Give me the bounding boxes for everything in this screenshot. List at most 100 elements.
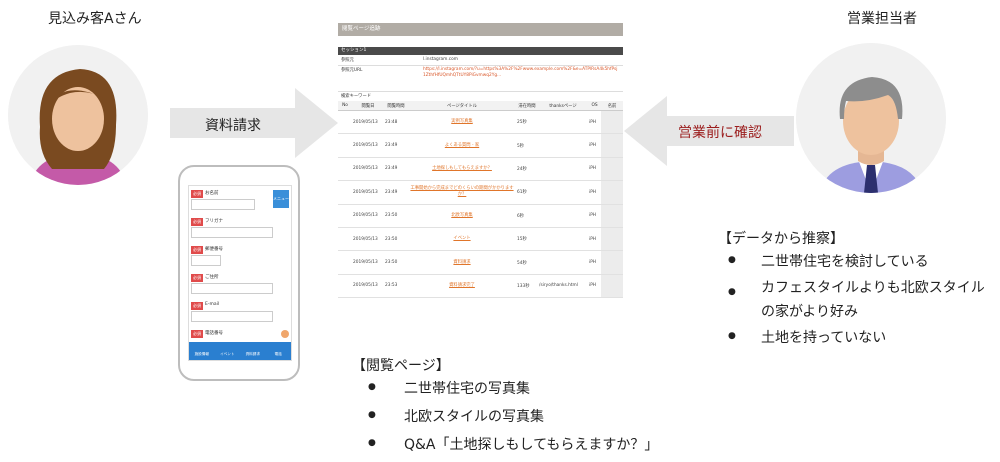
cell-name [601, 180, 623, 205]
furigana-input[interactable] [191, 227, 273, 238]
cell-title-link[interactable]: 資料請求完了 [408, 274, 516, 299]
list-item: ● 二世帯住宅の写真集 [368, 378, 688, 406]
referrer-url-row: 参照元URL https://l.instagram.com/?u=https%… [338, 65, 623, 92]
cell-date: 2019/05/13 [352, 133, 384, 158]
cell-title-link[interactable]: 工事開始から完成までどのくらいの期間がかかりますか？ [408, 180, 516, 205]
scroll-top-icon[interactable] [281, 330, 289, 338]
session-header: セッション1 [338, 47, 623, 55]
referrer-value: l.instagram.com [423, 57, 458, 62]
cell-title-link[interactable]: よくある質問 - 家 [408, 133, 516, 158]
cell-title-link[interactable]: イベント [408, 227, 516, 252]
field-label: 郵便番号 [205, 247, 223, 252]
col-name: 名前 [601, 101, 623, 111]
cell-os: iPH [588, 250, 601, 275]
table-row: 2019/05/13 23:53 資料請求完了 133秒/siryo/thanks.h… [338, 274, 623, 299]
address-input[interactable] [191, 283, 273, 294]
col-title: ページタイトル [408, 101, 516, 111]
nav-event[interactable]: イベント [215, 342, 241, 360]
list-item: ● 北欧スタイルの写真集 [368, 406, 688, 434]
cell-thanks [538, 250, 588, 275]
form-field: 必須 電話番号 [191, 330, 273, 342]
inference-text: 土地を持っていない [761, 330, 887, 346]
cell-date: 2019/05/13 [352, 204, 384, 228]
col-no: No [338, 101, 352, 111]
list-item: ● 二世帯住宅を検討している [728, 250, 988, 275]
tracking-title: 閲覧ページ追跡 [338, 23, 623, 36]
field-label: 電話番号 [205, 331, 223, 336]
inference-text: 二世帯住宅を検討している [761, 254, 929, 270]
cell-date: 2019/05/13 [352, 274, 384, 299]
col-date: 閲覧日 [352, 101, 384, 111]
cell-time: 23:50 [384, 204, 408, 228]
keyword-key: 検索キーワード [341, 94, 372, 99]
cell-title-link[interactable]: 実例写真集 [408, 110, 516, 135]
cell-thanks [538, 227, 588, 252]
viewed-list: ● 二世帯住宅の写真集 ● 北欧スタイルの写真集 ● Q&A「土地探しもしてもら… [368, 378, 688, 462]
phone-bottom-nav: 施設情報 イベント 資料請求 電話 [189, 342, 291, 360]
required-badge: 必須 [191, 274, 203, 282]
nav-phone[interactable]: 電話 [266, 342, 292, 360]
viewed-text: 二世帯住宅の写真集 [404, 381, 530, 397]
email-input[interactable] [191, 311, 273, 322]
cell-name [601, 250, 623, 275]
viewed-title: 【閲覧ページ】 [352, 358, 450, 374]
name-input[interactable] [191, 199, 255, 210]
cell-os: iPH [588, 157, 601, 182]
field-label: E-mail [205, 302, 220, 307]
menu-button[interactable]: メニュー [273, 190, 289, 208]
cell-title-link[interactable]: 資料請求 [408, 250, 516, 275]
bullet-icon: ● [368, 410, 376, 420]
cell-thanks [538, 110, 588, 135]
cell-name [601, 133, 623, 158]
cell-stay: 25秒 [516, 110, 538, 135]
inference-title: 【データから推察】 [718, 231, 844, 247]
table-header: No 閲覧日 閲覧時間 ページタイトル 滞在時間 thanksページ OS 名前 [338, 101, 623, 111]
cell-date: 2019/05/13 [352, 250, 384, 275]
bullet-icon: ● [368, 438, 376, 448]
list-item: ● 土地を持っていない [728, 326, 988, 351]
referrer-url-link[interactable]: https://l.instagram.com/?u=https%3A%2F%2… [423, 67, 618, 79]
viewed-text: 北欧スタイルの写真集 [404, 409, 544, 425]
form-field: 必須 ご住所 [191, 274, 273, 304]
prospect-label: 見込み客Aさん [48, 11, 142, 27]
cell-os: iPH [588, 133, 601, 158]
cell-name [601, 227, 623, 252]
cell-os: iPH [588, 204, 601, 228]
table-row: 2019/05/13 23:49 よくある質問 - 家 5秒 iPH [338, 133, 623, 158]
bullet-icon: ● [368, 382, 376, 392]
list-item: ● カフェスタイルよりも北欧スタイルの家がより好み [728, 275, 988, 326]
referrer-url-key: 参照元URL [341, 68, 363, 73]
nav-request[interactable]: 資料請求 [240, 342, 266, 360]
col-time: 閲覧時間 [384, 101, 408, 111]
required-badge: 必須 [191, 190, 203, 198]
cell-title-link[interactable]: 北欧写真集 [408, 204, 516, 228]
phone-mockup: メニュー 必須 お名前 必須 フリガナ 必須 郵便番号 必須 ご住所 必須 E-… [178, 165, 300, 381]
cell-stay: 54秒 [516, 250, 538, 275]
form-field: 必須 お名前 [191, 190, 273, 220]
zip-input[interactable] [191, 255, 221, 266]
table-row: 2019/05/13 23:50 資料請求 54秒 iPH [338, 250, 623, 275]
sales-label: 営業担当者 [847, 11, 917, 27]
cell-os: iPH [588, 110, 601, 135]
phone-screen: メニュー 必須 お名前 必須 フリガナ 必須 郵便番号 必須 ご住所 必須 E-… [188, 185, 292, 361]
cell-stay: 133秒 [516, 274, 538, 299]
page-log-table: No 閲覧日 閲覧時間 ページタイトル 滞在時間 thanksページ OS 名前… [338, 101, 623, 299]
table-row: 2019/05/13 23:48 実例写真集 25秒 iPH [338, 110, 623, 135]
cell-date: 2019/05/13 [352, 157, 384, 182]
cell-thanks: /siryo/thanks.html [538, 274, 588, 299]
table-row: 2019/05/13 23:49 工事開始から完成までどのくらいの期間がかかりますか… [338, 180, 623, 205]
col-stay: 滞在時間 [516, 101, 538, 111]
cell-time: 23:49 [384, 133, 408, 158]
nav-facility[interactable]: 施設情報 [189, 342, 215, 360]
cell-name [601, 110, 623, 135]
cell-stay: 5秒 [516, 133, 538, 158]
sales-avatar [796, 43, 946, 193]
inference-list: ● 二世帯住宅を検討している ● カフェスタイルよりも北欧スタイルの家がより好み… [728, 250, 988, 351]
cell-stay: 61秒 [516, 180, 538, 205]
table-row: 2019/05/13 23:49 土地探しもしてもらえますか？ 24秒 iPH [338, 157, 623, 182]
field-label: ご住所 [205, 275, 219, 280]
cell-name [601, 157, 623, 182]
form-field: 必須 フリガナ [191, 218, 273, 248]
cell-title-link[interactable]: 土地探しもしてもらえますか？ [408, 157, 516, 182]
col-os: OS [588, 101, 601, 111]
